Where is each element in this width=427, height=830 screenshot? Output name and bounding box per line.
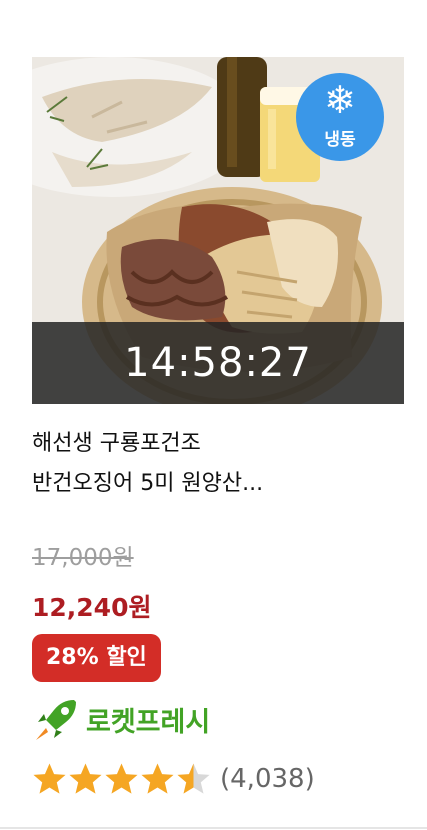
original-price: 17,000원 [32, 545, 134, 571]
star-icon [105, 763, 138, 794]
countdown-timer: 14:58:27 [32, 322, 404, 404]
snowflake-icon: ❄ [324, 78, 356, 122]
rating: (4,038) [32, 757, 315, 801]
frozen-badge: ❄ 냉동 [296, 73, 384, 161]
star-rating [32, 761, 212, 797]
product-title[interactable]: 해선생 구룡포건조 반건오징어 5미 원양산... [32, 424, 404, 504]
half-star-icon [177, 763, 210, 794]
review-count[interactable]: (4,038) [220, 764, 315, 794]
product-title-line2[interactable]: 반건오징어 5미 원양산... [32, 464, 404, 504]
discount-badge: 28% 할인 [32, 634, 161, 682]
rocket-icon [36, 700, 76, 740]
product-card[interactable]: ❄ 냉동 14:58:27 해선생 구룡포건조 반건오징어 5미 원양산... … [0, 0, 427, 830]
star-icon [33, 763, 66, 794]
frozen-label: 냉동 [324, 130, 356, 150]
rocket-fresh-badge: 로켓프레시 [32, 694, 210, 744]
sale-price: 12,240원 [32, 593, 152, 622]
rocket-fresh-label: 로켓프레시 [86, 706, 211, 738]
star-icon [69, 763, 102, 794]
product-title-line1[interactable]: 해선생 구룡포건조 [32, 424, 404, 464]
star-icon [141, 763, 174, 794]
divider [0, 827, 427, 829]
